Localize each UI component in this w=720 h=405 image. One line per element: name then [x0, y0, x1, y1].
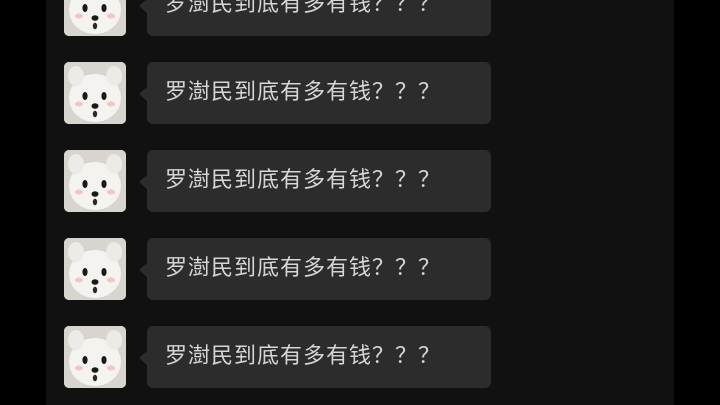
samoyed-dog-avatar-icon[interactable] — [64, 326, 126, 388]
chat-message-row: 罗澍民到底有多有钱？？？ — [64, 238, 664, 302]
message-bubble[interactable]: 罗澍民到底有多有钱？？？ — [147, 238, 491, 300]
bubble-tail — [139, 175, 147, 189]
chat-screen: 罗澍民到底有多有钱？？？ 罗澍民到底有多有钱？？？ 罗澍民到底有多有钱？？？ 罗… — [0, 0, 720, 405]
message-bubble[interactable]: 罗澍民到底有多有钱？？？ — [147, 326, 491, 388]
message-bubble[interactable]: 罗澍民到底有多有钱？？？ — [147, 62, 491, 124]
samoyed-dog-avatar-icon[interactable] — [64, 62, 126, 124]
message-bubble[interactable]: 罗澍民到底有多有钱？？？ — [147, 150, 491, 212]
bubble-tail — [139, 351, 147, 365]
chat-message-list[interactable]: 罗澍民到底有多有钱？？？ 罗澍民到底有多有钱？？？ 罗澍民到底有多有钱？？？ 罗… — [46, 0, 674, 405]
chat-message-row: 罗澍民到底有多有钱？？？ — [64, 0, 664, 38]
chat-message-row: 罗澍民到底有多有钱？？？ — [64, 62, 664, 126]
samoyed-dog-avatar-icon[interactable] — [64, 0, 126, 36]
bubble-tail — [139, 263, 147, 277]
samoyed-dog-avatar-icon[interactable] — [64, 238, 126, 300]
bubble-tail — [139, 87, 147, 101]
bubble-tail — [139, 0, 147, 13]
samoyed-dog-avatar-icon[interactable] — [64, 150, 126, 212]
message-bubble[interactable]: 罗澍民到底有多有钱？？？ — [147, 0, 491, 36]
chat-message-row: 罗澍民到底有多有钱？？？ — [64, 150, 664, 214]
chat-message-row: 罗澍民到底有多有钱？？？ — [64, 326, 664, 390]
